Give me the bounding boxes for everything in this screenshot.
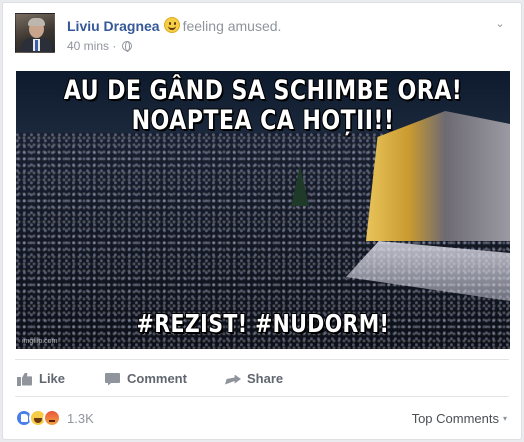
post-card: Liviu Dragnea feeling amused. 40 mins · ⌄… (2, 2, 522, 440)
top-comments-label: Top Comments (411, 411, 499, 426)
chevron-down-icon[interactable]: ⌄ (493, 17, 507, 31)
post-header: Liviu Dragnea feeling amused. 40 mins · ⌄ (15, 13, 509, 61)
author-name-link[interactable]: Liviu Dragnea (67, 18, 160, 34)
thumbs-up-icon (17, 372, 33, 386)
photo-caption-line2: NOAPTEA CA HOȚII!! (131, 105, 395, 136)
reactions-summary[interactable]: 1.3K (15, 408, 94, 428)
divider (15, 359, 509, 360)
photo-caption-line1: AU DE GÂND SA SCHIMBE ORA! (63, 75, 463, 106)
photo-credit: imgflip.com (22, 338, 58, 345)
timestamp-link[interactable]: 40 mins (67, 39, 109, 53)
caret-down-icon: ▾ (502, 414, 507, 423)
top-comments-dropdown[interactable]: Top Comments ▾ (412, 411, 507, 426)
post-meta: 40 mins · (67, 39, 132, 53)
meta-separator: · (112, 39, 117, 53)
share-button[interactable]: Share (225, 371, 283, 386)
feeling-text: feeling amused. (182, 18, 282, 34)
post-photo[interactable]: AU DE GÂND SA SCHIMBE ORA! NOAPTEA CA HO… (16, 71, 510, 349)
angry-icon (43, 409, 61, 427)
share-label: Share (247, 371, 284, 386)
comment-label: Comment (127, 371, 187, 386)
comment-button[interactable]: Comment (105, 371, 187, 386)
action-bar: Like Comment Share (15, 367, 509, 393)
post-title-line: Liviu Dragnea feeling amused. (67, 17, 281, 34)
divider (15, 396, 509, 397)
photo-caption-line3: #REZIST! #NUDORM! (136, 309, 390, 338)
share-icon (225, 372, 241, 386)
like-label: Like (39, 371, 66, 386)
amused-emoji-icon (163, 17, 180, 33)
globe-icon[interactable] (121, 41, 132, 52)
comment-icon (105, 372, 121, 386)
like-button[interactable]: Like (17, 371, 65, 386)
avatar[interactable] (15, 13, 55, 53)
reaction-count: 1.3K (67, 410, 94, 426)
